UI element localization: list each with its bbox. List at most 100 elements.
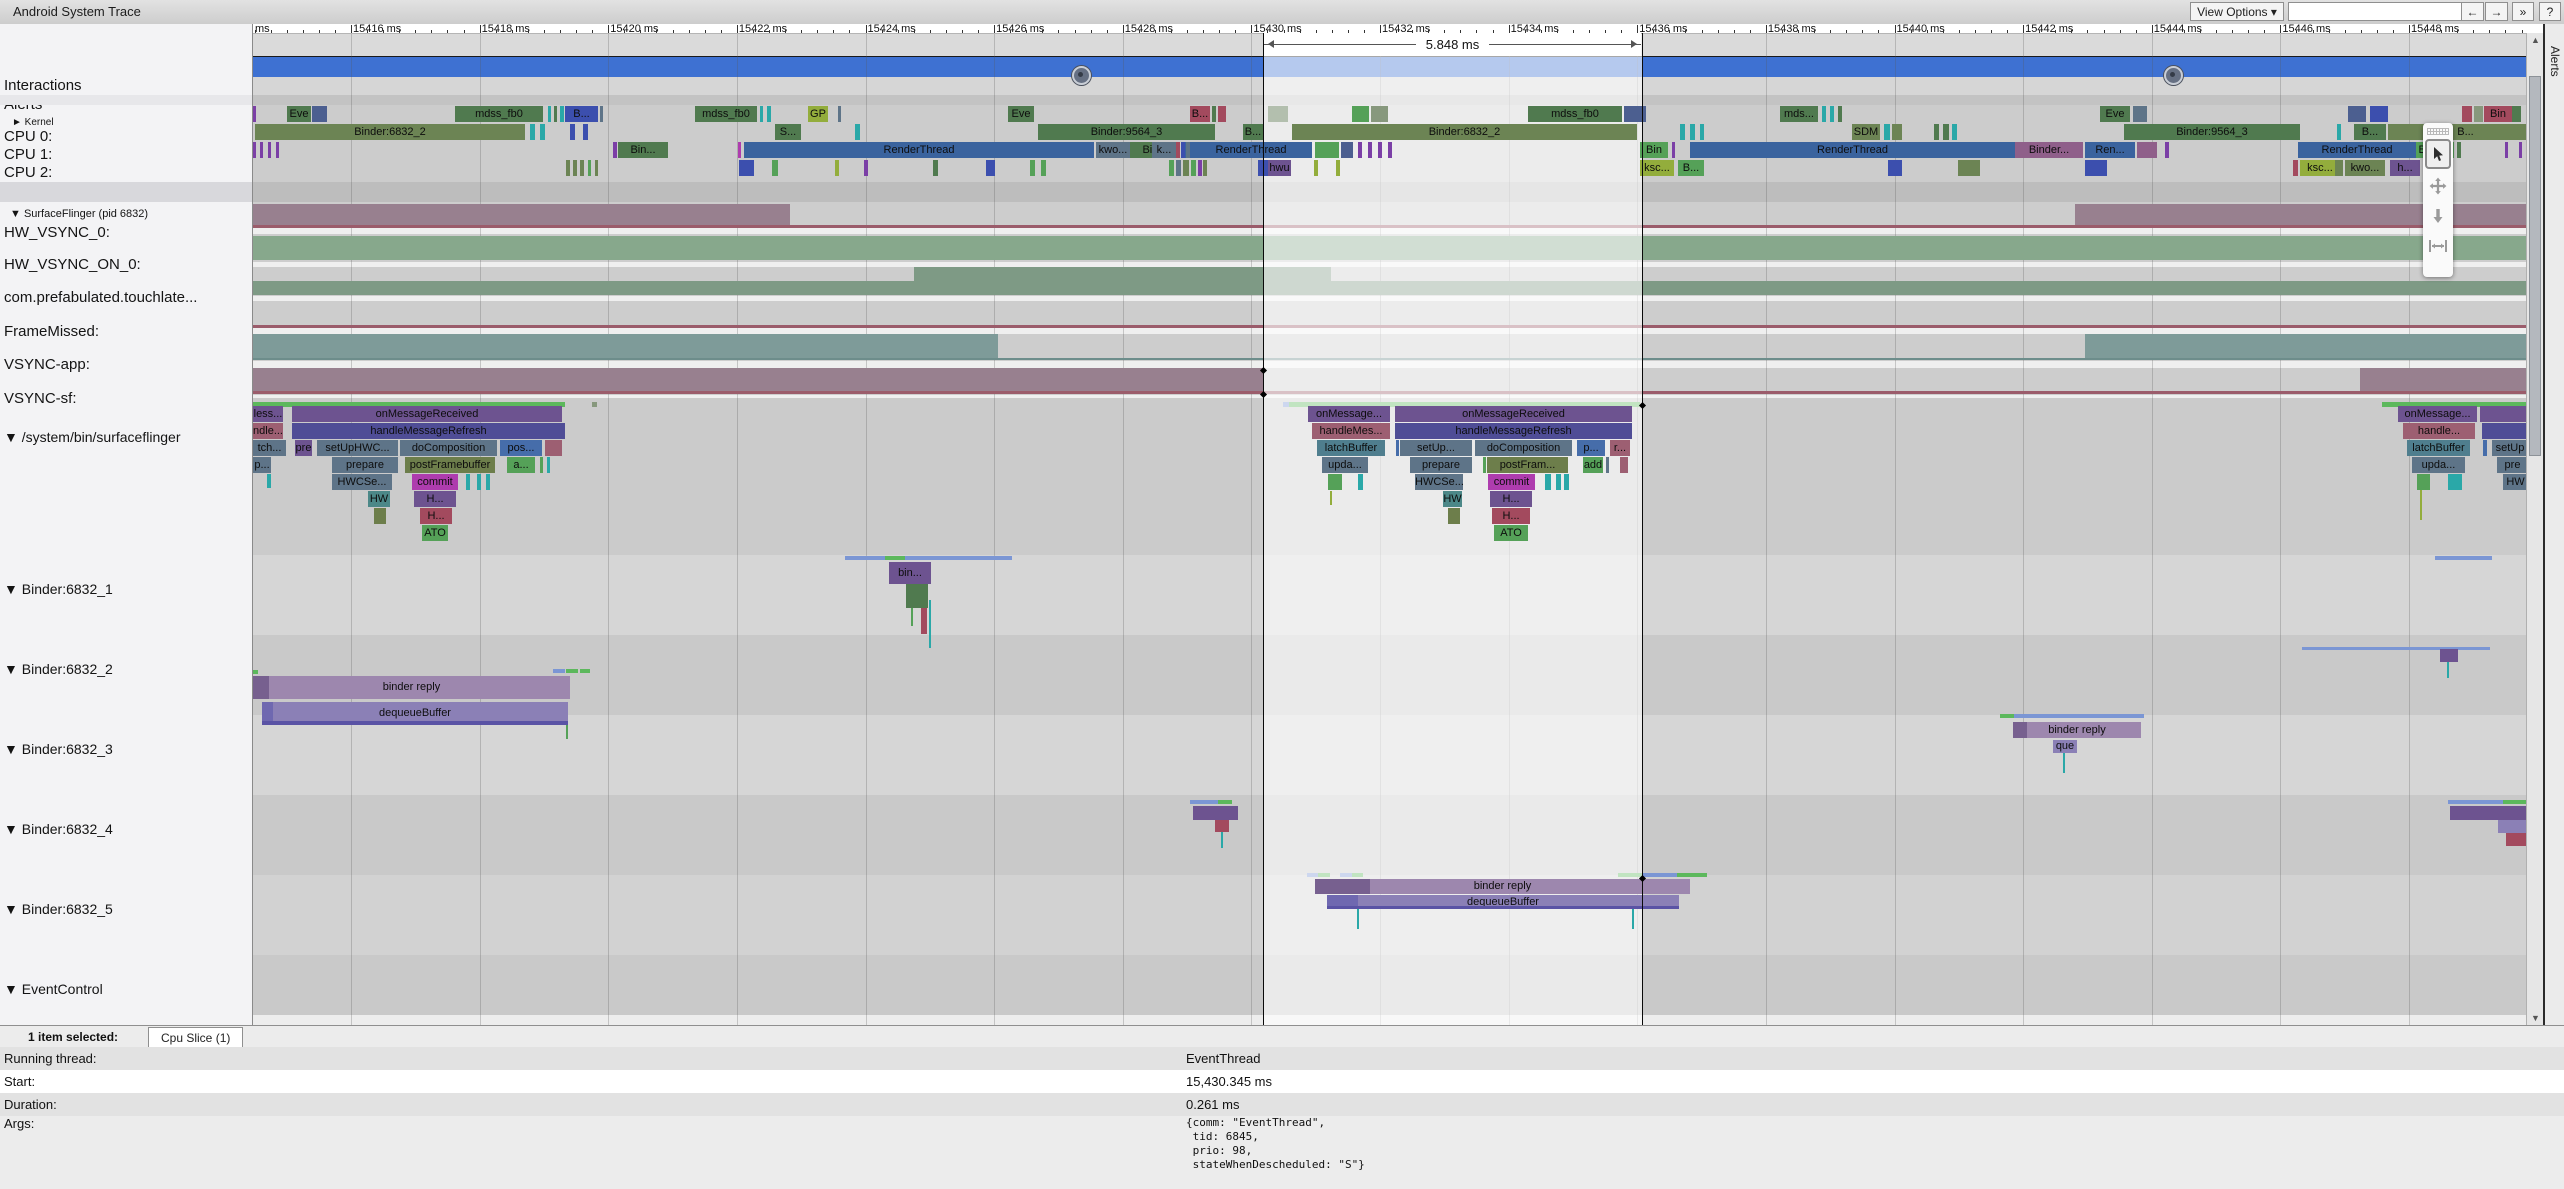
trace-slice[interactable]	[1952, 124, 1957, 140]
scroll-down-icon[interactable]: ▼	[2531, 1013, 2540, 1023]
trace-slice[interactable]: RenderThread	[1190, 142, 1312, 158]
trace-slice[interactable]	[1169, 160, 1174, 176]
trace-slice[interactable]	[1328, 474, 1342, 490]
back-button[interactable]: ←	[2461, 2, 2484, 21]
trace-slice[interactable]	[2348, 106, 2366, 122]
trace-slice[interactable]	[2063, 753, 2065, 773]
trace-slice[interactable]	[1341, 142, 1353, 158]
trace-slice[interactable]	[933, 160, 938, 176]
timing-tool-icon[interactable]	[2427, 233, 2449, 259]
trace-slice[interactable]	[1198, 160, 1202, 176]
trace-slice[interactable]	[864, 160, 868, 176]
trace-slice[interactable]	[595, 160, 598, 176]
trace-slice[interactable]	[545, 440, 562, 456]
trace-slice[interactable]: hwu	[1268, 160, 1291, 176]
trace-slice[interactable]	[2420, 490, 2422, 520]
search-input[interactable]	[2288, 2, 2464, 21]
trace-slice[interactable]: p...	[1577, 440, 1605, 456]
trace-slice[interactable]: onMessage...	[2398, 406, 2477, 422]
trace-slice[interactable]: a...	[507, 457, 535, 473]
scrollbar-thumb[interactable]	[2529, 76, 2541, 456]
trace-slice[interactable]: HWCSe...	[332, 474, 392, 490]
trace-slice[interactable]	[921, 608, 927, 634]
pan-tool-icon[interactable]	[2427, 173, 2449, 199]
trace-slice[interactable]	[2448, 474, 2462, 490]
trace-slice[interactable]	[1830, 106, 1834, 122]
trace-slice[interactable]: handleMessageRefresh	[1395, 423, 1632, 439]
trace-slice[interactable]: B...	[2354, 124, 2386, 140]
trace-slice[interactable]	[1193, 806, 1238, 820]
trace-slice[interactable]	[1934, 124, 1939, 140]
trace-slice[interactable]	[260, 142, 263, 158]
trace-slice[interactable]: pos...	[500, 440, 542, 456]
trace-slice[interactable]: onMessageReceived	[1395, 406, 1632, 422]
trace-slice[interactable]	[540, 457, 543, 473]
alert-icon[interactable]	[2164, 66, 2183, 85]
track-label-eventcontrol[interactable]: ▼ EventControl	[4, 981, 103, 997]
trace-slice[interactable]: kwo...	[1096, 142, 1130, 158]
forward-button[interactable]: →	[2485, 2, 2508, 21]
trace-slice[interactable]: onMessageReceived	[292, 406, 562, 422]
trace-slice[interactable]	[566, 160, 570, 176]
trace-slice[interactable]	[738, 142, 741, 158]
trace-slice[interactable]: mdss_fb0	[455, 106, 543, 122]
trace-slice[interactable]	[1327, 906, 1679, 909]
trace-slice[interactable]: binder reply	[1315, 879, 1690, 894]
more-button[interactable]: »	[2512, 2, 2534, 21]
trace-slice[interactable]: Eve	[287, 106, 311, 122]
trace-slice[interactable]: GP	[808, 106, 828, 122]
trace-slice[interactable]	[374, 508, 386, 524]
trace-slice[interactable]	[2519, 142, 2522, 158]
trace-slice[interactable]	[253, 676, 269, 699]
trace-slice[interactable]	[1315, 142, 1339, 158]
trace-slice[interactable]	[2447, 662, 2449, 678]
trace-slice[interactable]	[855, 124, 860, 140]
trace-slice[interactable]	[1672, 142, 1675, 158]
trace-slice[interactable]	[986, 160, 995, 176]
trace-slice[interactable]	[1336, 160, 1340, 176]
trace-slice[interactable]: B...	[1678, 160, 1704, 176]
trace-slice[interactable]: ATO	[422, 525, 448, 541]
track-label-kernel[interactable]: ► Kernel	[12, 117, 54, 128]
trace-slice[interactable]: ndle...	[253, 423, 283, 439]
trace-slice[interactable]: postFramebuffer	[405, 457, 495, 473]
trace-slice[interactable]: B...	[2388, 124, 2543, 140]
trace-slice[interactable]	[1176, 142, 1180, 158]
trace-slice[interactable]	[613, 142, 617, 158]
trace-slice[interactable]	[2165, 142, 2169, 158]
trace-slice[interactable]	[1352, 106, 1369, 122]
trace-slice[interactable]	[2137, 142, 2157, 158]
selection-start-line[interactable]	[1263, 33, 1264, 1025]
trace-slice[interactable]	[588, 160, 591, 176]
trace-slice[interactable]: Ren...	[2085, 142, 2135, 158]
trace-slice[interactable]: RenderThread	[744, 142, 1094, 158]
trace-slice[interactable]	[253, 142, 256, 158]
trace-slice[interactable]	[1181, 142, 1185, 158]
trace-slice[interactable]	[1700, 124, 1704, 140]
trace-slice[interactable]: handle...	[2403, 423, 2475, 439]
trace-slice[interactable]: h...	[2390, 160, 2420, 176]
track-label-binder-6832-3[interactable]: ▼ Binder:6832_3	[4, 741, 113, 757]
trace-slice[interactable]: HW	[1443, 491, 1462, 507]
trace-slice[interactable]	[2337, 124, 2341, 140]
trace-slice[interactable]	[2335, 160, 2343, 176]
trace-slice[interactable]	[1822, 106, 1826, 122]
trace-slice[interactable]	[2417, 474, 2430, 490]
trace-slice[interactable]	[2085, 160, 2107, 176]
alerts-side-tab[interactable]: Alerts	[2543, 24, 2564, 1025]
trace-slice[interactable]	[1892, 124, 1902, 140]
trace-slice[interactable]: p...	[253, 457, 271, 473]
track-label-binder-6832-4[interactable]: ▼ Binder:6832_4	[4, 821, 113, 837]
trace-slice[interactable]: prepare	[1410, 457, 1472, 473]
palette-drag-handle[interactable]	[2427, 128, 2449, 135]
trace-slice[interactable]: mdss_fb0	[695, 106, 757, 122]
trace-slice[interactable]	[1680, 124, 1685, 140]
trace-slice[interactable]: prepare	[332, 457, 398, 473]
track-label-binder-6832-5[interactable]: ▼ Binder:6832_5	[4, 901, 113, 917]
trace-slice[interactable]	[1176, 160, 1181, 176]
trace-slice[interactable]: postFram...	[1487, 457, 1568, 473]
scroll-up-icon[interactable]: ▲	[2531, 35, 2540, 45]
trace-slice[interactable]	[560, 106, 564, 122]
trace-slice[interactable]	[276, 142, 279, 158]
trace-slice[interactable]	[1958, 160, 1980, 176]
